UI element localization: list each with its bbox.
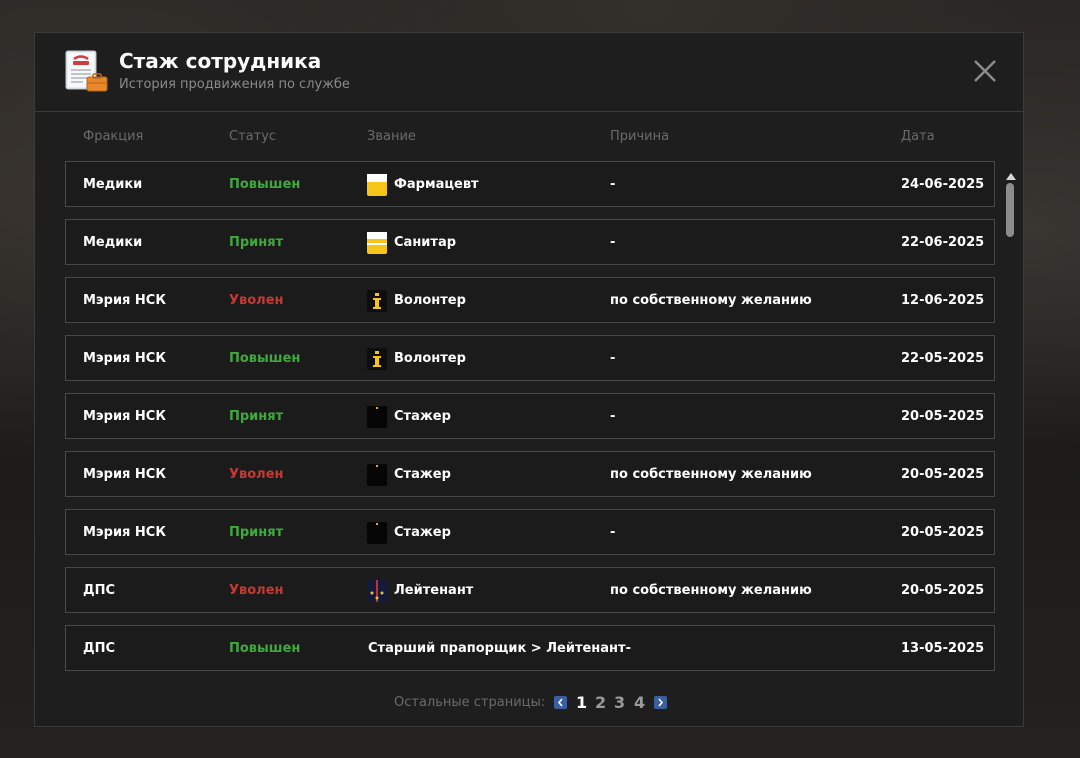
page-1-button[interactable]: 1: [576, 693, 587, 712]
row-status: Уволен: [229, 583, 284, 598]
row-status: Принят: [229, 525, 284, 540]
row-rank: Стажер: [394, 467, 451, 482]
table-row: Мэрия НСК Повышен Волонтер - 22-05-2025: [65, 335, 995, 381]
pagination-label: Остальные страницы:: [394, 695, 546, 710]
table-row: ДПС Повышен Старший прапорщик > Лейтенан…: [65, 625, 995, 671]
row-rank: Фармацевт: [394, 177, 479, 192]
row-rank: Стажер: [394, 409, 451, 424]
column-rank: Звание: [367, 129, 416, 144]
row-status: Повышен: [229, 641, 301, 656]
row-reason: по собственному желанию: [610, 293, 812, 308]
row-date: 22-06-2025: [901, 235, 985, 250]
row-reason: -: [610, 235, 616, 250]
row-reason: -: [610, 409, 616, 424]
table-row: Медики Повышен Фармацевт - 24-06-2025: [65, 161, 995, 207]
row-status: Принят: [229, 235, 284, 250]
row-status: Принят: [229, 409, 284, 424]
row-date: 20-05-2025: [901, 467, 985, 482]
black-badge-icon: [367, 406, 387, 428]
row-status: Уволен: [229, 467, 284, 482]
row-rank: Стажер: [394, 525, 451, 540]
prev-page-button[interactable]: [554, 696, 567, 709]
page-4-button[interactable]: 4: [634, 693, 645, 712]
window-subtitle: История продвижения по службе: [119, 77, 350, 92]
chevron-left-icon: [557, 698, 563, 707]
row-rank: Волонтер: [394, 293, 466, 308]
chevron-right-icon: [658, 698, 664, 707]
window-header: Стаж сотрудника История продвижения по с…: [35, 33, 1023, 112]
row-rank: Санитар: [394, 235, 457, 250]
row-reason: -: [625, 641, 631, 656]
column-reason: Причина: [610, 129, 670, 144]
info-badge-icon: [367, 348, 387, 370]
table-row: Мэрия НСК Уволен Волонтер по собственном…: [65, 277, 995, 323]
close-icon[interactable]: [973, 59, 997, 83]
row-rank: Лейтенант: [394, 583, 474, 598]
scrollbar-thumb[interactable]: [1006, 183, 1014, 237]
row-reason: -: [610, 351, 616, 366]
row-date: 22-05-2025: [901, 351, 985, 366]
row-status: Повышен: [229, 351, 301, 366]
row-status: Уволен: [229, 293, 284, 308]
next-page-button[interactable]: [654, 696, 667, 709]
row-date: 20-05-2025: [901, 525, 985, 540]
row-reason: по собственному желанию: [610, 583, 812, 598]
row-reason: -: [610, 177, 616, 192]
column-headers: Фракция Статус Звание Причина Дата: [35, 129, 1023, 147]
page-3-button[interactable]: 3: [614, 693, 625, 712]
row-faction: Мэрия НСК: [83, 293, 166, 308]
scroll-up-arrow-icon[interactable]: [1006, 173, 1016, 180]
row-date: 20-05-2025: [901, 409, 985, 424]
row-date: 20-05-2025: [901, 583, 985, 598]
row-rank-text: Старший прапорщик > Лейтенант: [368, 641, 626, 656]
yellow-badge-icon: [367, 174, 387, 196]
row-faction: Медики: [83, 235, 143, 250]
table-row: Мэрия НСК Принят Стажер - 20-05-2025: [65, 393, 995, 439]
pagination: Остальные страницы: 1 2 3 4: [35, 693, 1023, 713]
yellow-stripe-badge-icon: [367, 232, 387, 254]
column-status: Статус: [229, 129, 277, 144]
row-rank: Старший прапорщик > Лейтенант-: [368, 641, 631, 656]
employee-tenure-window: Стаж сотрудника История продвижения по с…: [34, 32, 1024, 727]
table-row: ДПС Уволен Лейтенант по собственному жел…: [65, 567, 995, 613]
shoulder-strap-icon: [367, 580, 387, 602]
row-reason: по собственному желанию: [610, 467, 812, 482]
table-row: Мэрия НСК Принят Стажер - 20-05-2025: [65, 509, 995, 555]
row-reason: -: [610, 525, 616, 540]
page-2-button[interactable]: 2: [595, 693, 606, 712]
row-rank: Волонтер: [394, 351, 466, 366]
row-date: 12-06-2025: [901, 293, 985, 308]
row-faction: Медики: [83, 177, 143, 192]
window-title: Стаж сотрудника: [119, 49, 322, 73]
table-row: Медики Принят Санитар - 22-06-2025: [65, 219, 995, 265]
row-faction: ДПС: [83, 583, 115, 598]
document-briefcase-icon: [65, 50, 108, 92]
row-date: 24-06-2025: [901, 177, 985, 192]
history-table: Медики Повышен Фармацевт - 24-06-2025 Ме…: [65, 161, 995, 674]
row-faction: Мэрия НСК: [83, 351, 166, 366]
column-faction: Фракция: [83, 129, 144, 144]
table-row: Мэрия НСК Уволен Стажер по собственному …: [65, 451, 995, 497]
black-badge-icon: [367, 522, 387, 544]
black-badge-icon: [367, 464, 387, 486]
column-date: Дата: [901, 129, 935, 144]
row-faction: Мэрия НСК: [83, 525, 166, 540]
info-badge-icon: [367, 290, 387, 312]
row-faction: ДПС: [83, 641, 115, 656]
row-date: 13-05-2025: [901, 641, 985, 656]
row-status: Повышен: [229, 177, 301, 192]
row-faction: Мэрия НСК: [83, 467, 166, 482]
row-faction: Мэрия НСК: [83, 409, 166, 424]
